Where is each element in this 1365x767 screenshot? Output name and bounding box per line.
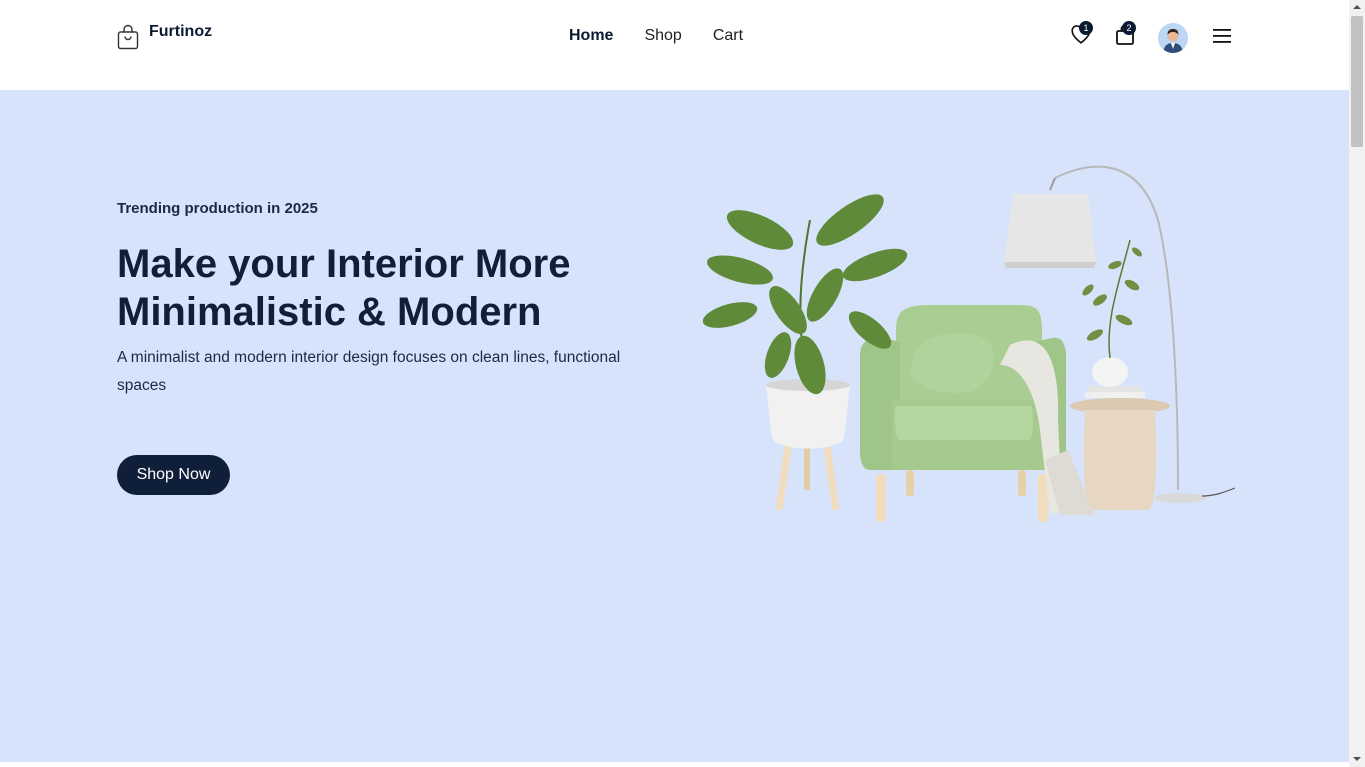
shop-now-button[interactable]: Shop Now [117, 455, 230, 495]
menu-button[interactable] [1213, 28, 1231, 44]
nav-home[interactable]: Home [569, 26, 613, 46]
hero-furniture-illustration [702, 165, 1236, 522]
cart-button[interactable]: 2 [1115, 21, 1137, 48]
side-table-image [1070, 357, 1170, 510]
hero-eyebrow: Trending production in 2025 [117, 200, 318, 217]
armchair-image [860, 305, 1095, 522]
section-divider [0, 762, 1349, 767]
nav-shop[interactable]: Shop [644, 26, 681, 46]
vertical-scrollbar[interactable] [1349, 0, 1365, 767]
page: Furtinoz Home Shop Cart 1 2 Trending pro… [0, 0, 1349, 767]
site-header: Furtinoz Home Shop Cart 1 2 [0, 0, 1349, 90]
hero-section: Trending production in 2025 Make your In… [0, 90, 1349, 762]
header-actions: 1 2 [1070, 18, 1240, 58]
scrollbar-thumb[interactable] [1351, 16, 1363, 147]
nav-cart[interactable]: Cart [713, 26, 743, 46]
brand-logo[interactable]: Furtinoz [117, 22, 212, 50]
brand-name: Furtinoz [149, 23, 213, 40]
cart-count-badge: 2 [1122, 21, 1136, 35]
hero-subtext: A minimalist and modern interior design … [117, 349, 621, 394]
wishlist-count-badge: 1 [1079, 21, 1093, 35]
avatar-image [1158, 23, 1188, 53]
hamburger-icon [1213, 29, 1231, 43]
hero-headline: Make your Interior More Minimalistic & M… [117, 242, 571, 334]
scroll-down-arrow-icon[interactable] [1349, 752, 1365, 766]
main-nav: Home Shop Cart [569, 26, 743, 46]
scroll-up-arrow-icon[interactable] [1349, 0, 1365, 14]
wishlist-button[interactable]: 1 [1070, 21, 1094, 48]
shopping-bag-icon [117, 24, 139, 50]
user-avatar[interactable] [1158, 23, 1188, 53]
